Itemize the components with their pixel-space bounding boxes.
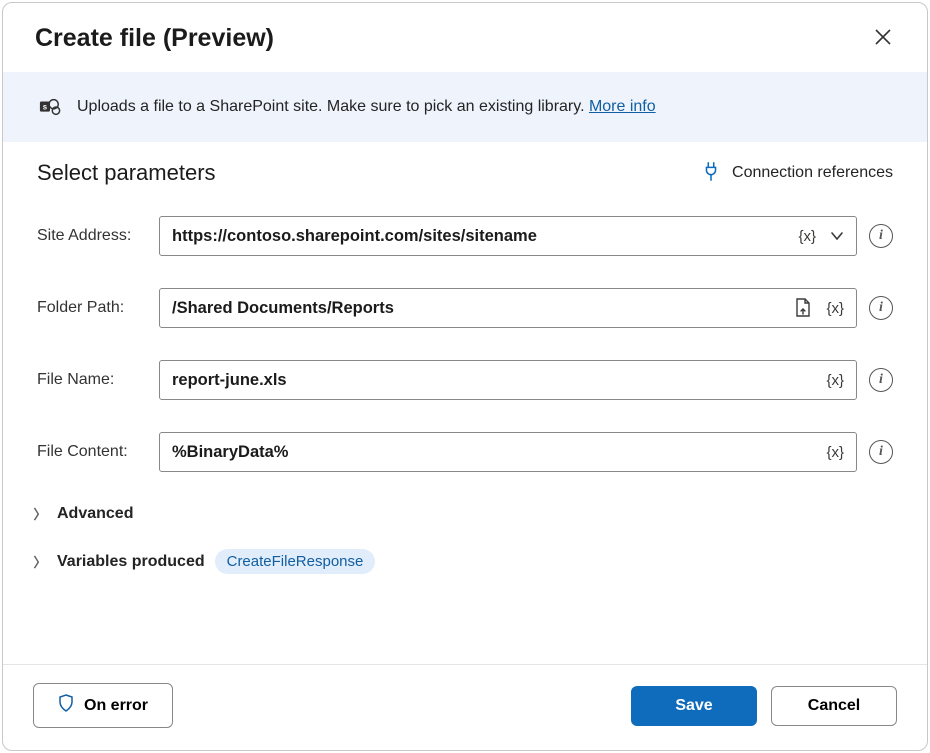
- connection-references-button[interactable]: Connection references: [702, 161, 893, 186]
- on-error-label: On error: [84, 697, 148, 715]
- cancel-button[interactable]: Cancel: [771, 686, 897, 726]
- folder-path-row: Folder Path: {x} i: [37, 288, 893, 328]
- more-info-link[interactable]: More info: [589, 98, 656, 115]
- advanced-expander[interactable]: 〉 Advanced: [33, 504, 893, 523]
- params-header: Select parameters Connection references: [37, 160, 893, 186]
- banner-text: Uploads a file to a SharePoint site. Mak…: [77, 98, 656, 116]
- dialog-footer: On error Save Cancel: [3, 664, 927, 750]
- variables-produced-label: Variables produced: [57, 553, 205, 571]
- folder-path-info-button[interactable]: i: [869, 296, 893, 320]
- site-address-info-button[interactable]: i: [869, 224, 893, 248]
- file-content-label: File Content:: [37, 443, 147, 461]
- svg-text:s: s: [43, 102, 48, 111]
- dialog-header: Create file (Preview): [3, 3, 927, 72]
- file-name-label: File Name:: [37, 371, 147, 389]
- file-content-input-wrap[interactable]: {x}: [159, 432, 857, 472]
- variables-produced-expander[interactable]: 〉 Variables produced CreateFileResponse: [33, 549, 893, 574]
- site-address-dropdown-button[interactable]: [826, 227, 848, 245]
- insert-variable-button[interactable]: {x}: [822, 442, 848, 463]
- sharepoint-icon: s: [39, 96, 61, 118]
- file-name-row: File Name: {x} i: [37, 360, 893, 400]
- chevron-right-icon: 〉: [33, 504, 47, 523]
- shield-icon: [58, 694, 74, 717]
- insert-variable-button[interactable]: {x}: [822, 370, 848, 391]
- dialog-body: Select parameters Connection references …: [3, 142, 927, 664]
- variable-badge[interactable]: CreateFileResponse: [215, 549, 376, 574]
- footer-actions: Save Cancel: [631, 686, 897, 726]
- folder-path-label: Folder Path:: [37, 299, 147, 317]
- close-button[interactable]: [869, 23, 897, 54]
- on-error-button[interactable]: On error: [33, 683, 173, 728]
- save-button[interactable]: Save: [631, 686, 757, 726]
- chevron-down-icon: [830, 229, 844, 243]
- file-name-input[interactable]: [172, 361, 816, 399]
- connection-references-label: Connection references: [732, 164, 893, 182]
- insert-variable-button[interactable]: {x}: [822, 298, 848, 319]
- site-address-input-wrap[interactable]: {x}: [159, 216, 857, 256]
- site-address-row: Site Address: {x} i: [37, 216, 893, 256]
- file-name-info-button[interactable]: i: [869, 368, 893, 392]
- site-address-input[interactable]: [172, 217, 788, 255]
- plug-icon: [702, 161, 720, 186]
- folder-path-input[interactable]: [172, 289, 784, 327]
- file-picker-button[interactable]: [790, 296, 816, 320]
- file-picker-icon: [794, 298, 812, 318]
- chevron-right-icon: 〉: [33, 552, 47, 571]
- info-banner: s Uploads a file to a SharePoint site. M…: [3, 72, 927, 142]
- file-content-input[interactable]: [172, 433, 816, 471]
- create-file-dialog: Create file (Preview) s Uploads a file t…: [2, 2, 928, 751]
- file-name-input-wrap[interactable]: {x}: [159, 360, 857, 400]
- params-title: Select parameters: [37, 160, 216, 186]
- folder-path-input-wrap[interactable]: {x}: [159, 288, 857, 328]
- file-content-info-button[interactable]: i: [869, 440, 893, 464]
- dialog-title: Create file (Preview): [35, 24, 274, 53]
- close-icon: [875, 29, 891, 45]
- file-content-row: File Content: {x} i: [37, 432, 893, 472]
- advanced-label: Advanced: [57, 505, 133, 523]
- banner-description: Uploads a file to a SharePoint site. Mak…: [77, 98, 589, 115]
- insert-variable-button[interactable]: {x}: [794, 226, 820, 247]
- site-address-label: Site Address:: [37, 227, 147, 245]
